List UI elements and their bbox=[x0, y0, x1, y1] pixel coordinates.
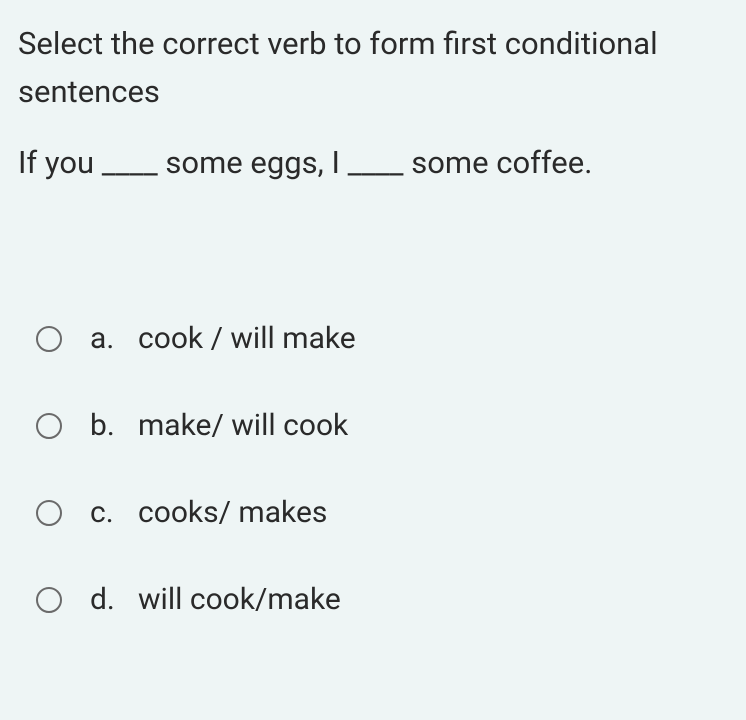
option-letter: b. bbox=[90, 408, 138, 443]
question-sentence: If you ____ some eggs, I ____ some coffe… bbox=[18, 144, 728, 181]
option-letter: c. bbox=[90, 495, 138, 530]
option-letter: a. bbox=[90, 321, 138, 356]
radio-icon[interactable] bbox=[36, 587, 62, 613]
option-a[interactable]: a. cook / will make bbox=[36, 321, 728, 356]
option-text: cook / will make bbox=[138, 321, 356, 356]
option-letter: d. bbox=[90, 582, 138, 617]
question-instruction: Select the correct verb to form first co… bbox=[18, 20, 728, 116]
radio-icon[interactable] bbox=[36, 500, 62, 526]
option-text: cooks/ makes bbox=[138, 495, 327, 530]
option-c[interactable]: c. cooks/ makes bbox=[36, 495, 728, 530]
options-list: a. cook / will make b. make/ will cook c… bbox=[18, 321, 728, 617]
option-text: make/ will cook bbox=[138, 408, 348, 443]
option-text: will cook/make bbox=[138, 582, 341, 617]
radio-icon[interactable] bbox=[36, 413, 62, 439]
radio-icon[interactable] bbox=[36, 326, 62, 352]
option-b[interactable]: b. make/ will cook bbox=[36, 408, 728, 443]
option-d[interactable]: d. will cook/make bbox=[36, 582, 728, 617]
